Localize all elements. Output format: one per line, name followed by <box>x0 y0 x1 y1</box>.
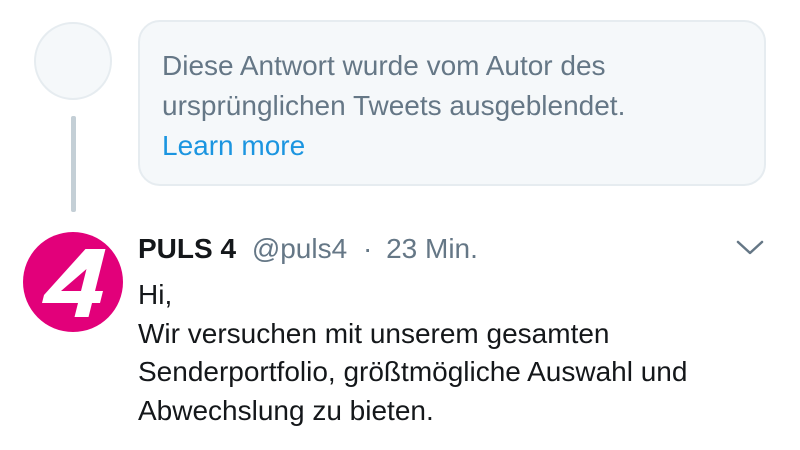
hidden-reply-notice: Diese Antwort wurde vom Autor des ursprü… <box>138 20 766 186</box>
learn-more-link[interactable]: Learn more <box>162 126 305 166</box>
tweet-text-line: Abwechslung zu bieten. <box>138 394 434 426</box>
tweet-timestamp[interactable]: 23 Min. <box>386 233 478 264</box>
chevron-down-icon <box>736 240 764 255</box>
hidden-reply-message-line1: Diese Antwort wurde vom Autor des <box>162 50 606 81</box>
hidden-reply-message-line2: ursprünglichen Tweets ausgeblendet. <box>162 90 626 121</box>
tweet-menu-button[interactable] <box>734 236 766 260</box>
hidden-reply-avatar <box>34 22 112 100</box>
puls4-logo-icon <box>23 232 123 332</box>
tweet-text-line: Senderportfolio, größtmögliche Auswahl u… <box>138 356 688 387</box>
puls4-avatar[interactable] <box>21 230 125 334</box>
author-display-name[interactable]: PULS 4 <box>138 233 236 264</box>
author-handle[interactable]: @puls4 <box>252 233 347 264</box>
tweet-header: PULS 4 @puls4 · 23 Min. <box>138 229 478 269</box>
header-separator: · <box>362 233 373 264</box>
tweet-text-line: Hi, <box>138 279 173 310</box>
tweet-text-line: Wir versuchen mit unserem gesamten <box>138 317 610 349</box>
tweet-text: Hi, Wir versuchen mit unserem gesamten S… <box>138 276 778 430</box>
thread-connector-line <box>71 116 76 212</box>
